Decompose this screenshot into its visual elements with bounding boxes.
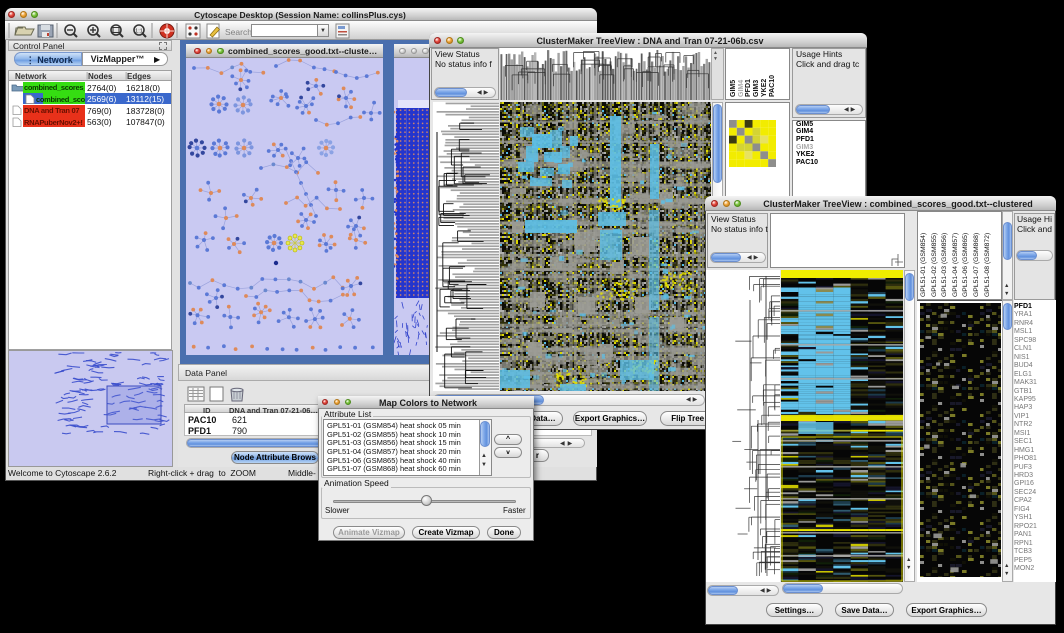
svg-text:1:1: 1:1 [135,29,143,35]
